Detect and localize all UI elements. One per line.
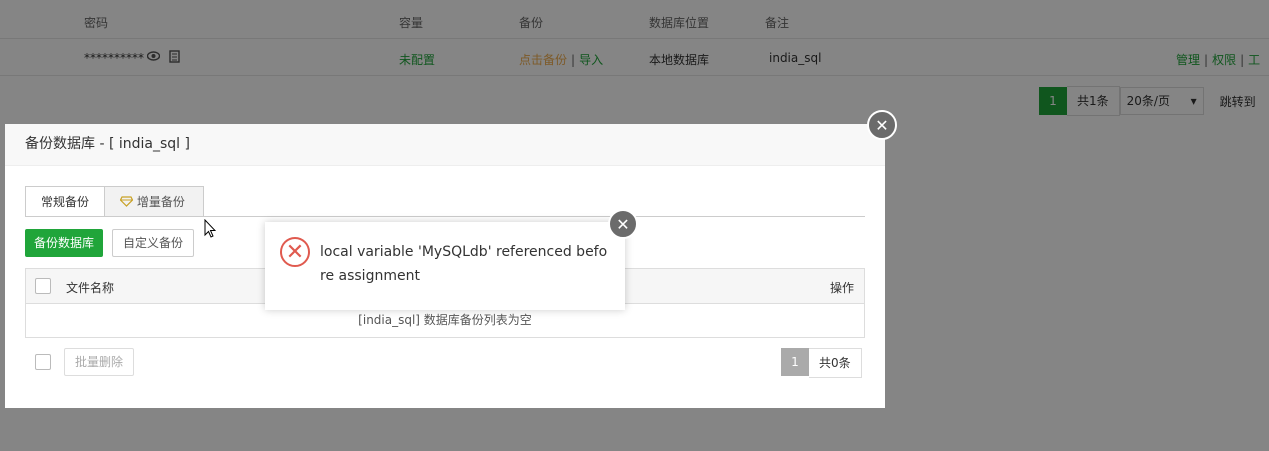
page-total: 共0条 <box>809 348 862 378</box>
error-message-box: ✕ local variable 'MySQLdb' referenced be… <box>265 222 625 310</box>
tab-incremental-backup[interactable]: 增量备份 <box>104 186 204 216</box>
backup-database-button[interactable]: 备份数据库 <box>25 229 104 257</box>
tab-regular-backup[interactable]: 常规备份 <box>25 186 105 216</box>
select-all-checkbox[interactable] <box>35 278 51 294</box>
tab-label: 常规备份 <box>41 195 90 209</box>
batch-delete-button[interactable]: 批量删除 <box>64 348 135 376</box>
error-message-text: local variable 'MySQLdb' referenced befo… <box>320 244 608 284</box>
custom-backup-button[interactable]: 自定义备份 <box>112 229 195 257</box>
tab-label: 增量备份 <box>136 195 185 209</box>
dialog-pagination: 1 共0条 <box>781 348 862 378</box>
error-icon: ✕ <box>280 237 310 267</box>
mouse-cursor-icon <box>204 219 216 238</box>
col-filename: 文件名称 <box>66 281 115 295</box>
backup-tabs: 常规备份 增量备份 <box>25 186 865 217</box>
page-current[interactable]: 1 <box>781 348 809 376</box>
footer-select-checkbox[interactable] <box>35 354 51 370</box>
close-icon[interactable]: ✕ <box>608 209 638 239</box>
close-icon[interactable]: ✕ <box>867 110 897 140</box>
dialog-title: 备份数据库 - [ india_sql ] <box>5 124 885 166</box>
diamond-icon <box>119 195 137 209</box>
col-action: 操作 <box>829 281 854 295</box>
